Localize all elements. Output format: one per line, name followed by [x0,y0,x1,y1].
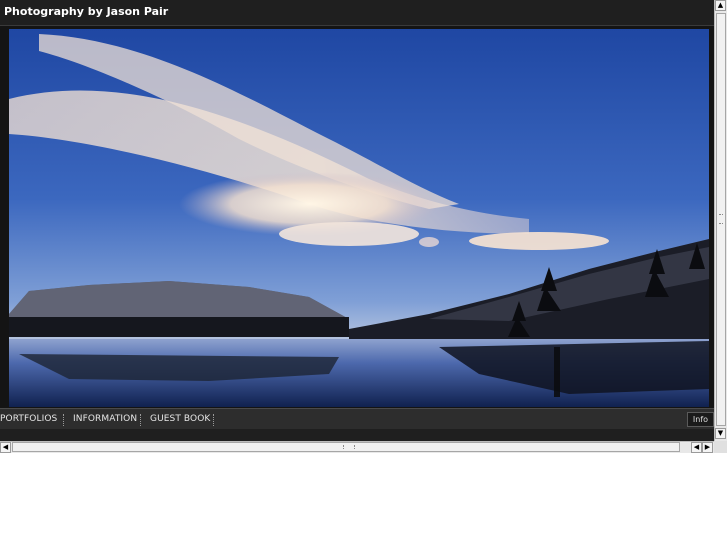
scroll-down-button[interactable]: ▼ [715,428,726,439]
nav-separator [63,414,64,426]
site-frame: Photography by Jason Pair PORTFOLIOS INF… [0,0,714,441]
scroll-grip-icon [343,445,355,449]
bottom-strip [0,429,714,441]
landscape-photo [9,29,709,407]
scroll-right-button[interactable]: ▶ [702,442,713,453]
nav-information[interactable]: INFORMATION [73,414,137,424]
title-bar: Photography by Jason Pair [0,0,714,26]
nav-portfolios[interactable]: PORTFOLIOS [0,414,57,424]
scroll-left-button[interactable]: ◀ [0,442,11,453]
vertical-scroll-thumb[interactable] [716,13,726,426]
scroll-up-button[interactable]: ▲ [715,0,726,11]
nav-guest-book[interactable]: GUEST BOOK [150,414,210,424]
horizontal-scroll-thumb[interactable] [12,442,680,452]
vertical-scrollbar[interactable]: ▲ ▼ [714,0,727,441]
site-title: Photography by Jason Pair [4,5,169,18]
nav-separator [213,414,214,426]
scrollbar-corner [714,441,727,453]
nav-bar: PORTFOLIOS INFORMATION GUEST BOOK Info [0,408,714,431]
scroll-left-button-2[interactable]: ◀ [691,442,702,453]
horizontal-scrollbar[interactable]: ◀ ◀ ▶ [0,441,714,453]
scroll-grip-icon [719,214,723,224]
nav-separator [140,414,141,426]
main-photo[interactable] [9,29,709,407]
info-button[interactable]: Info [687,412,714,427]
